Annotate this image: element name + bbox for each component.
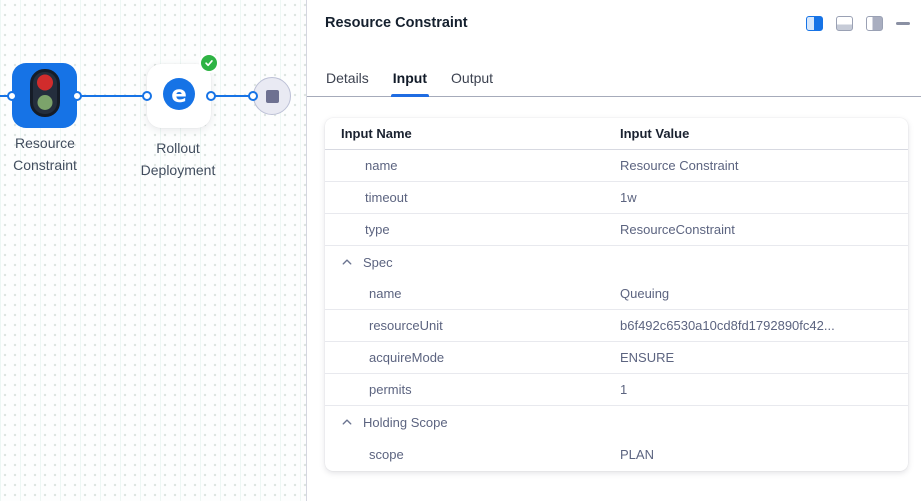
panel-window-controls — [806, 16, 910, 31]
table-header: Input Name Input Value — [325, 118, 908, 150]
node-resource-constraint[interactable] — [12, 63, 77, 128]
app-window: Resource Constraint e Rollout Deployment — [0, 0, 921, 501]
minimize-icon[interactable] — [896, 22, 910, 25]
row-name: acquireMode — [325, 350, 620, 365]
row-name: name — [325, 286, 620, 301]
table-group-row-spec[interactable]: Spec — [325, 246, 908, 278]
tab-details[interactable]: Details — [326, 60, 369, 96]
tabs-bar: Details Input Output — [307, 60, 921, 97]
input-table-card: Input Name Input Value name Resource Con… — [325, 118, 908, 471]
row-name: permits — [325, 382, 620, 397]
group-label: Holding Scope — [363, 415, 448, 430]
port-in-end-node[interactable] — [248, 91, 258, 101]
row-value: 1 — [620, 382, 908, 397]
svg-text:e: e — [171, 82, 187, 108]
group-label: Spec — [363, 255, 393, 270]
row-name: timeout — [325, 190, 620, 205]
chevron-up-icon — [341, 416, 353, 428]
row-value: Resource Constraint — [620, 158, 908, 173]
port-in-rollout-deployment[interactable] — [142, 91, 152, 101]
table-group-row-holding-scope[interactable]: Holding Scope — [325, 406, 908, 438]
row-value: Queuing — [620, 286, 908, 301]
chevron-up-icon — [341, 256, 353, 268]
table-row: resourceUnit b6f492c6530a10cd8fd1792890f… — [325, 310, 908, 342]
row-value: b6f492c6530a10cd8fd1792890fc42... — [620, 318, 908, 333]
port-out-resource-constraint[interactable] — [72, 91, 82, 101]
port-out-rollout-deployment[interactable] — [206, 91, 216, 101]
panel-title: Resource Constraint — [325, 15, 468, 31]
row-name: resourceUnit — [325, 318, 620, 333]
table-row: name Resource Constraint — [325, 150, 908, 182]
node-label-rollout-deployment: Rollout Deployment — [123, 137, 233, 181]
table-row: permits 1 — [325, 374, 908, 406]
node-label-resource-constraint: Resource Constraint — [0, 132, 100, 176]
table-row: name Queuing — [325, 278, 908, 310]
row-value: ENSURE — [620, 350, 908, 365]
stop-square-icon — [266, 90, 279, 103]
node-pipeline-end[interactable] — [253, 77, 291, 115]
dock-left-split-icon[interactable] — [806, 16, 823, 31]
rollout-icon: e — [162, 77, 196, 116]
table-row: acquireMode ENSURE — [325, 342, 908, 374]
dock-bottom-icon[interactable] — [836, 16, 853, 31]
table-row: type ResourceConstraint — [325, 214, 908, 246]
column-header-input-name: Input Name — [325, 126, 620, 141]
success-check-icon — [201, 55, 217, 71]
row-value: ResourceConstraint — [620, 222, 908, 237]
row-name: scope — [325, 447, 620, 462]
node-rollout-deployment[interactable]: e — [147, 64, 211, 128]
row-value: 1w — [620, 190, 908, 205]
dock-right-icon[interactable] — [866, 16, 883, 31]
traffic-light-icon — [30, 69, 60, 122]
pipeline-canvas[interactable]: Resource Constraint e Rollout Deployment — [0, 0, 306, 501]
column-header-input-value: Input Value — [620, 126, 689, 141]
row-name: type — [325, 222, 620, 237]
table-row: timeout 1w — [325, 182, 908, 214]
row-value: PLAN — [620, 447, 908, 462]
tab-input[interactable]: Input — [393, 60, 427, 96]
step-details-panel: Resource Constraint Details Input Output… — [307, 0, 921, 501]
tab-output[interactable]: Output — [451, 60, 493, 96]
port-in-resource-constraint[interactable] — [7, 91, 17, 101]
table-row: scope PLAN — [325, 438, 908, 470]
row-name: name — [325, 158, 620, 173]
